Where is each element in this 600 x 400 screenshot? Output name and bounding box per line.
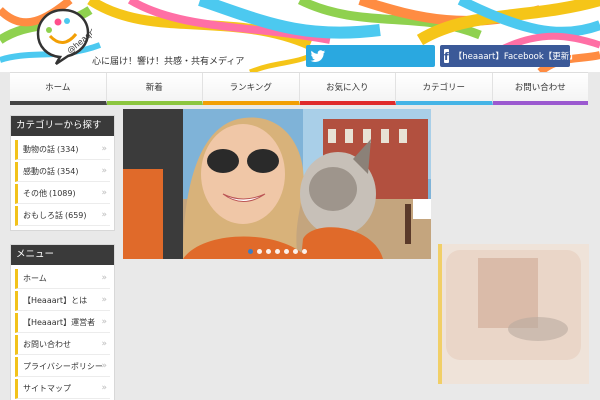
menu-item-contact[interactable]: お問い合わせ » (15, 335, 110, 355)
menu-item-about[interactable]: 【Heaaart】とは » (15, 291, 110, 311)
menu-label: ホーム (23, 274, 47, 283)
chevron-right-icon: » (101, 317, 107, 327)
category-box-title: カテゴリーから探す (11, 116, 114, 136)
menu-list: ホーム» 【Heaaart】とは» 【Heaaart】運営者» お問い合わせ» … (11, 265, 114, 400)
category-label: 感動の話 (23, 167, 55, 176)
category-label: 動物の話 (23, 145, 55, 154)
slider-dot[interactable] (248, 249, 253, 254)
slider-dot[interactable] (275, 249, 280, 254)
chevron-right-icon: » (101, 295, 107, 305)
slider-dot[interactable] (284, 249, 289, 254)
chevron-right-icon: » (101, 361, 107, 371)
chevron-right-icon: » (101, 383, 107, 393)
site-logo[interactable]: @heaqrt (34, 6, 92, 66)
menu-box-title: メニュー (11, 245, 114, 265)
category-item-animals[interactable]: 動物の話 (334) » (15, 140, 110, 160)
nav-item-new[interactable]: 新着 (106, 73, 203, 105)
slider-dot[interactable] (257, 249, 262, 254)
global-nav: ホーム 新着 ランキング お気に入り カテゴリー お問い合わせ (10, 72, 588, 105)
twitter-bird-icon (310, 49, 326, 62)
category-item-funny[interactable]: おもしろ話 (659) » (15, 206, 110, 226)
category-label: おもしろ話 (23, 211, 63, 220)
category-box: カテゴリーから探す 動物の話 (334) » 感動の話 (354) » その他 … (10, 115, 115, 231)
menu-item-privacy[interactable]: プライバシーポリシー» (15, 357, 110, 377)
slider-dot[interactable] (302, 249, 307, 254)
slider-pagination (248, 249, 307, 254)
menu-label: 【Heaaart】とは (23, 296, 88, 305)
featured-slider[interactable] (123, 109, 431, 259)
category-count: (354) (57, 167, 79, 176)
nav-item-categories[interactable]: カテゴリー (396, 73, 493, 105)
category-item-other[interactable]: その他 (1089) » (15, 184, 110, 204)
category-item-moving[interactable]: 感動の話 (354) » (15, 162, 110, 182)
chevron-right-icon: » (101, 210, 107, 220)
menu-label: お問い合わせ (23, 340, 71, 349)
nav-item-contact[interactable]: お問い合わせ (492, 73, 588, 105)
slider-dot[interactable] (266, 249, 271, 254)
nav-item-home[interactable]: ホーム (10, 73, 107, 105)
menu-box: メニュー ホーム » 【Heaaart】とは » 【Heaaart】運営者 » お問い… (10, 244, 115, 400)
facebook-f-icon: f (444, 49, 449, 63)
site-tagline: 心に届け！響け！共感・共有メディア (90, 54, 247, 67)
chevron-right-icon: » (101, 144, 107, 154)
facebook-page-button[interactable]: f 【heaaart】Facebook【更新】 (440, 45, 578, 67)
menu-label: 【Heaaart】運営者 (23, 318, 96, 327)
faded-article-card[interactable] (438, 244, 589, 384)
menu-label: プライバシーポリシー (23, 362, 103, 371)
slider-dot[interactable] (293, 249, 298, 254)
facebook-button-label: 【heaaart】Facebook【更新】 (453, 52, 578, 62)
menu-item-home[interactable]: ホーム » (15, 269, 110, 289)
slider-photo (123, 109, 431, 259)
site-header: @heaqrt 心に届け！響け！共感・共有メディア f 【heaaart】Fac… (0, 0, 600, 72)
menu-label: サイトマップ (23, 384, 71, 393)
category-list: 動物の話 (334) » 感動の話 (354) » その他 (1089) » お… (11, 136, 114, 230)
nav-item-favorites[interactable]: お気に入り (299, 73, 396, 105)
category-count: (1089) (49, 189, 76, 198)
category-count: (659) (65, 211, 87, 220)
menu-item-sitemap[interactable]: サイトマップ » (15, 379, 110, 399)
chevron-right-icon: » (101, 188, 107, 198)
twitter-follow-button[interactable] (306, 45, 435, 67)
nav-item-ranking[interactable]: ランキング (203, 73, 300, 105)
chevron-right-icon: » (101, 339, 107, 349)
menu-item-operator[interactable]: 【Heaaart】運営者 » (15, 313, 110, 333)
category-label: その他 (23, 189, 47, 198)
chevron-right-icon: » (101, 166, 107, 176)
category-count: (334) (57, 145, 79, 154)
chevron-right-icon: » (101, 273, 107, 283)
